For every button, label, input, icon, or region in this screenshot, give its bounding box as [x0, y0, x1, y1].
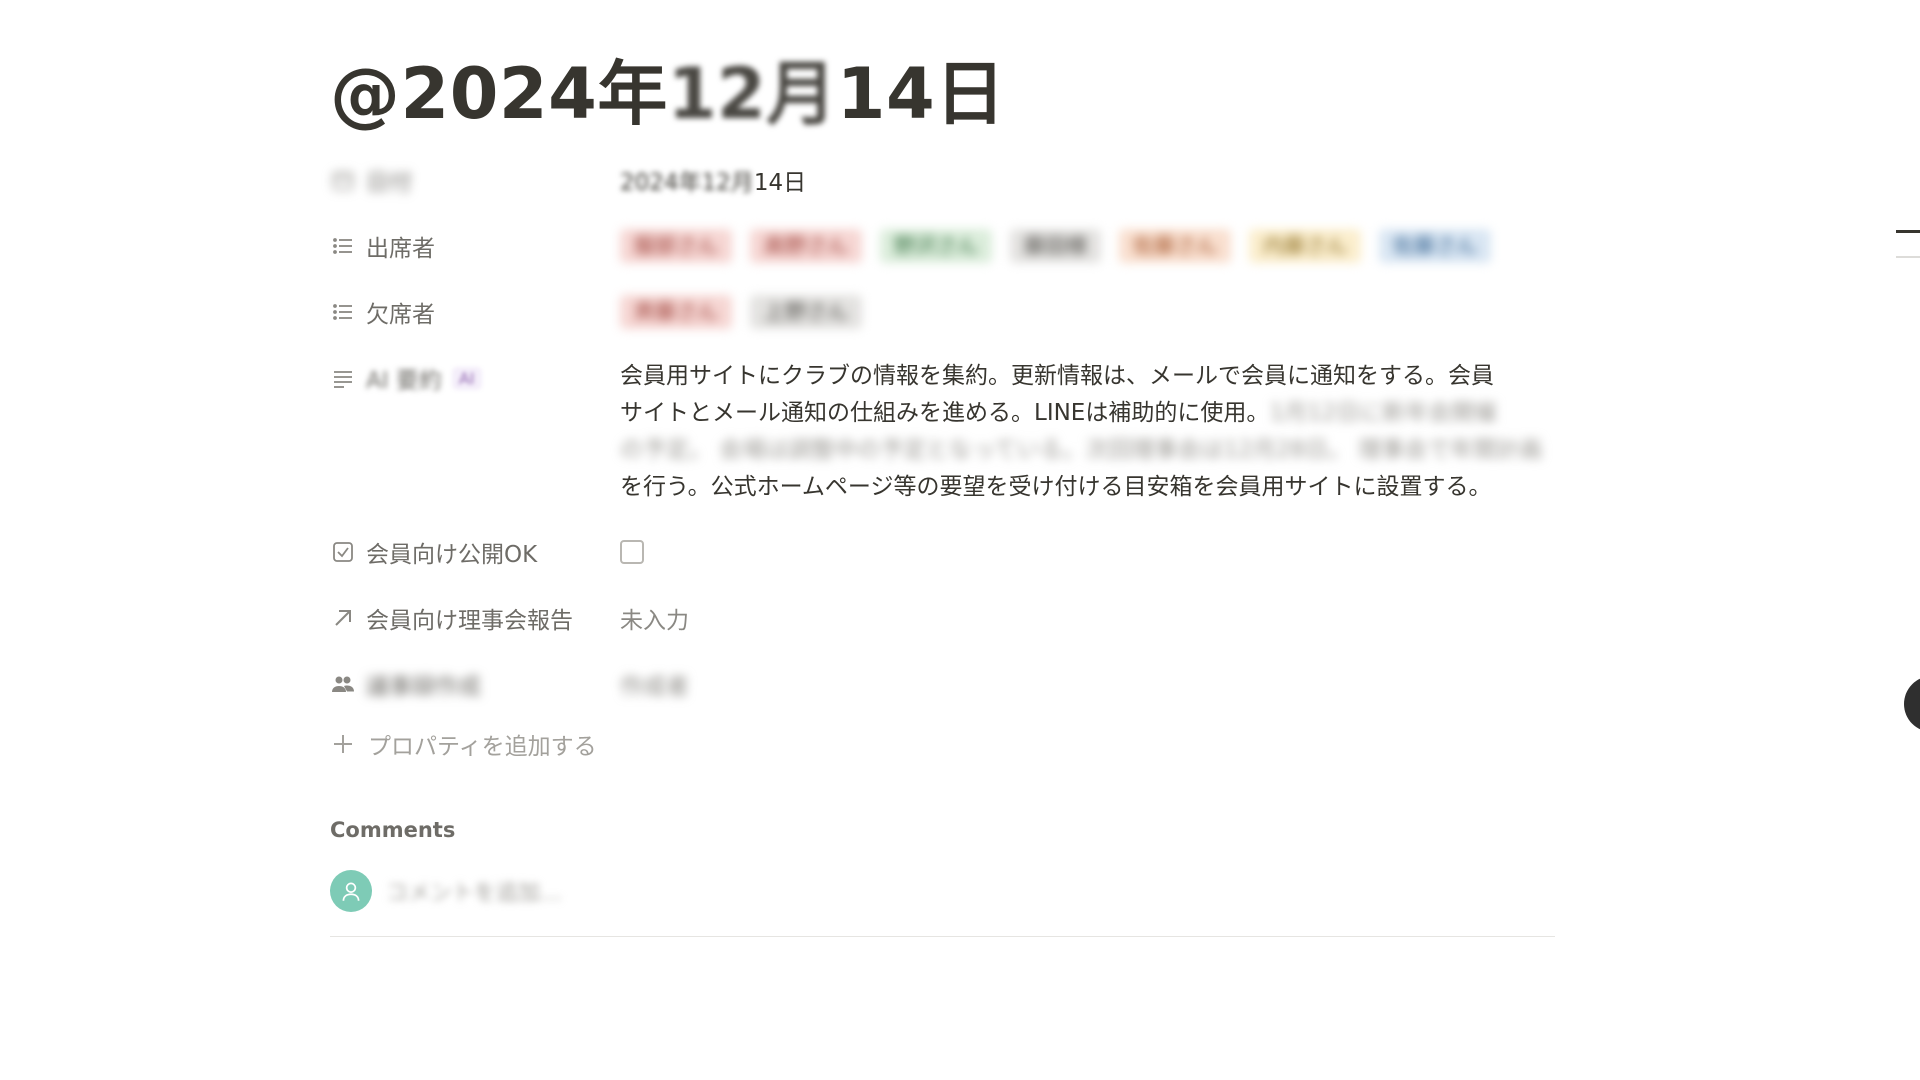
summary-line: を行う。公式ホームページ等の要望を受け付ける目安箱を会員用サイトに設置する。: [620, 474, 1492, 500]
text-lines-icon: [330, 365, 356, 391]
arrow-up-right-icon: [330, 605, 356, 631]
property-member-report-label: 会員向け理事会報告: [330, 601, 620, 635]
list-icon: [330, 299, 356, 325]
property-ai-summary-label: AI 要約 AI: [330, 361, 620, 395]
user-avatar-icon: [330, 870, 372, 912]
date-value-clear: 14日: [753, 170, 807, 196]
plus-icon: [330, 731, 356, 757]
property-participants-label: 議事録作成: [330, 667, 620, 701]
property-absentees-label: 欠席者: [330, 295, 620, 329]
property-member-report-label-text: 会員向け理事会報告: [366, 608, 573, 634]
edge-toolbar-line: [1896, 230, 1920, 233]
summary-line: 会員用サイトにクラブの情報を集約。更新情報は、メールで会員に通知をする。会員: [620, 363, 1494, 389]
date-value-blurred: 2024年12月: [620, 170, 754, 196]
calendar-icon: [330, 167, 356, 193]
edge-toolbar-line: [1896, 256, 1920, 258]
property-attendees-label-text: 出席者: [366, 236, 435, 262]
person-tag[interactable]: 高野さん: [750, 229, 862, 263]
person-tag[interactable]: 上野さん: [750, 295, 862, 329]
comment-input[interactable]: コメントを追加…: [386, 875, 562, 907]
add-property-label: プロパティを追加する: [368, 734, 597, 760]
property-public-ok[interactable]: 会員向け公開OK: [330, 532, 1555, 572]
person-tag[interactable]: 藤田様: [1010, 229, 1101, 263]
property-public-ok-label-text: 会員向け公開OK: [366, 542, 538, 568]
property-attendees[interactable]: 出席者 服部さん 高野さん 野沢さん 藤田様 佐藤さん 内藤さん 佐藤さん: [330, 226, 1555, 266]
property-absentees-label-text: 欠席者: [366, 302, 435, 328]
property-participants-value[interactable]: 作成者: [620, 667, 689, 701]
ai-badge: AI: [451, 366, 482, 390]
summary-line-2-clear: サイトとメール通知の仕組みを進める。LINEは補助的に使用。: [620, 400, 1270, 426]
person-tag[interactable]: 斉藤さん: [620, 295, 732, 329]
help-bubble-button[interactable]: [1904, 676, 1920, 732]
person-tag[interactable]: 服部さん: [620, 229, 732, 263]
comments-heading: Comments: [330, 818, 456, 842]
divider: [330, 936, 1555, 937]
property-attendees-label: 出席者: [330, 229, 620, 263]
page-title-blurred: 12月: [667, 53, 837, 135]
list-icon: [330, 233, 356, 259]
people-icon: [330, 671, 356, 697]
page-title-end: 14日: [836, 53, 1006, 135]
property-public-ok-label: 会員向け公開OK: [330, 535, 620, 569]
person-tag[interactable]: 佐藤さん: [1379, 229, 1491, 263]
property-date[interactable]: 日付 2024年12月 14日: [330, 160, 1555, 200]
page-title-start: @2024年: [330, 53, 668, 135]
page-title[interactable]: @2024年12月14日: [330, 52, 1006, 136]
absentee-tags[interactable]: 斉藤さん 上野さん: [620, 295, 862, 329]
public-ok-checkbox[interactable]: [620, 540, 644, 564]
property-ai-summary[interactable]: AI 要約 AI: [330, 358, 620, 398]
person-tag[interactable]: 内藤さん: [1249, 229, 1361, 263]
property-participants[interactable]: 議事録作成 作成者: [330, 664, 1555, 704]
property-participants-label-text: 議事録作成: [366, 674, 481, 700]
summary-line: サイトとメール通知の仕組みを進める。LINEは補助的に使用。1月12日に新年会開…: [620, 395, 1550, 432]
property-member-report-value[interactable]: 未入力: [620, 601, 689, 635]
property-date-value[interactable]: 2024年12月 14日: [620, 163, 806, 197]
attendee-tags[interactable]: 服部さん 高野さん 野沢さん 藤田様 佐藤さん 内藤さん 佐藤さん: [620, 229, 1491, 263]
comment-composer[interactable]: コメントを追加…: [330, 870, 562, 912]
summary-line-blurred: の予定。 会場は調整中の予定となっている。次回理事会は12月28日。 理事会で年…: [620, 437, 1543, 463]
summary-line-2-blurred: 1月12日に新年会開催: [1269, 400, 1498, 426]
property-public-ok-value[interactable]: [620, 540, 644, 564]
person-tag[interactable]: 佐藤さん: [1119, 229, 1231, 263]
property-absentees[interactable]: 欠席者 斉藤さん 上野さん: [330, 292, 1555, 332]
property-date-label-text: 日付: [366, 170, 412, 196]
add-property-button[interactable]: プロパティを追加する: [330, 727, 597, 761]
property-ai-summary-label-text: AI 要約: [366, 368, 442, 394]
property-date-label: 日付: [330, 163, 620, 197]
person-tag[interactable]: 野沢さん: [880, 229, 992, 263]
ai-summary-text[interactable]: 会員用サイトにクラブの情報を集約。更新情報は、メールで会員に通知をする。会員 サ…: [620, 358, 1550, 506]
property-member-report[interactable]: 会員向け理事会報告 未入力: [330, 598, 1555, 638]
checkbox-icon: [330, 539, 356, 565]
